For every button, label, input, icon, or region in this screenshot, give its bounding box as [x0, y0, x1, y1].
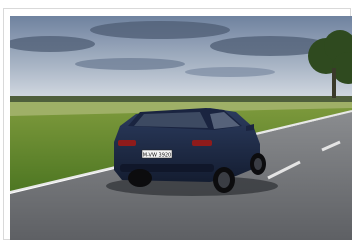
- car-photo-svg: M-VW 3920: [10, 16, 352, 240]
- distant-treeline: [10, 96, 352, 102]
- license-plate-text: M-VW 3920: [143, 153, 172, 159]
- wheel-rear-left: [128, 169, 152, 187]
- car-photo: M-VW 3920: [10, 16, 352, 240]
- rear-window: [134, 112, 208, 128]
- tail-light-left: [118, 140, 136, 146]
- tail-light-right: [192, 140, 212, 146]
